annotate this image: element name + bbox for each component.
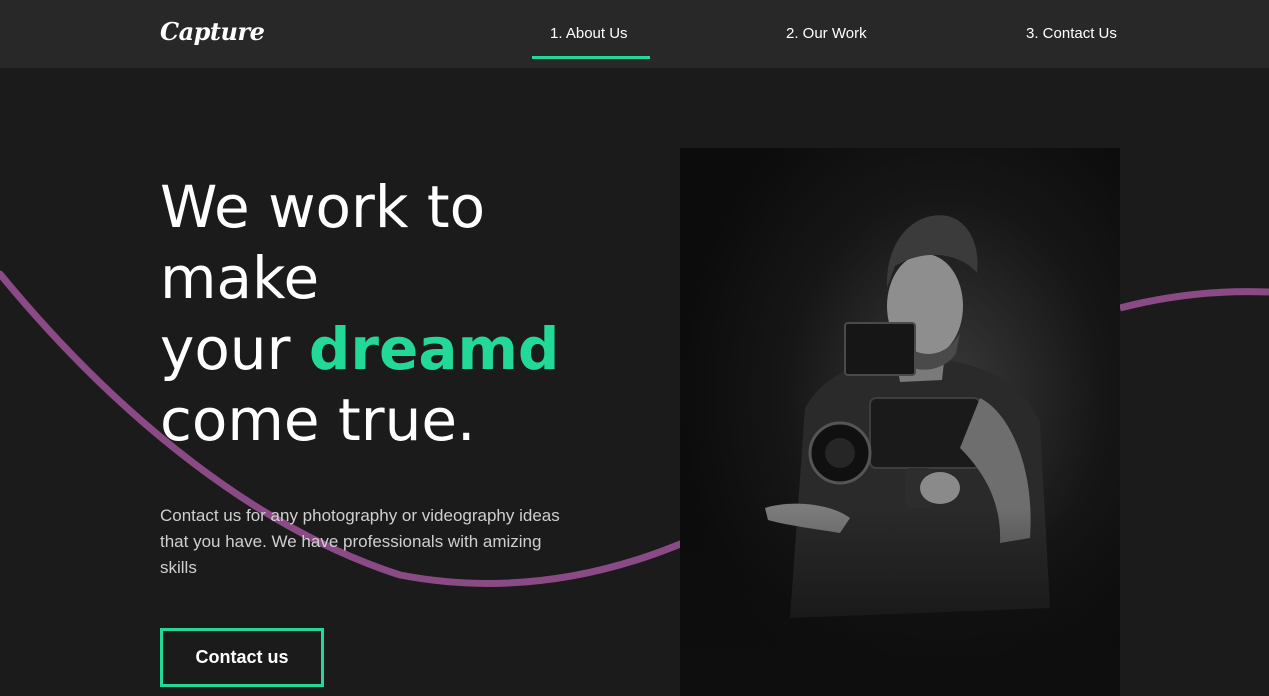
- headline-line-2: make: [160, 244, 320, 312]
- headline-line-3-prefix: your: [160, 315, 309, 383]
- hero-photo: [680, 148, 1120, 696]
- page: Capture 1. About Us 2. Our Work 3. Conta…: [0, 0, 1269, 696]
- videographer-image: [680, 148, 1120, 696]
- hero-headline: We work to make your dreamd come true.: [160, 172, 630, 456]
- contact-us-button[interactable]: Contact us: [160, 628, 324, 687]
- hero-description: Contact us for any photography or videog…: [160, 506, 560, 577]
- headline-line-1: We work to: [160, 173, 486, 241]
- headline-accent-word: dreamd: [308, 315, 560, 383]
- headline-line-3: your dreamd: [160, 314, 630, 385]
- headline-line-4: come true.: [160, 386, 476, 454]
